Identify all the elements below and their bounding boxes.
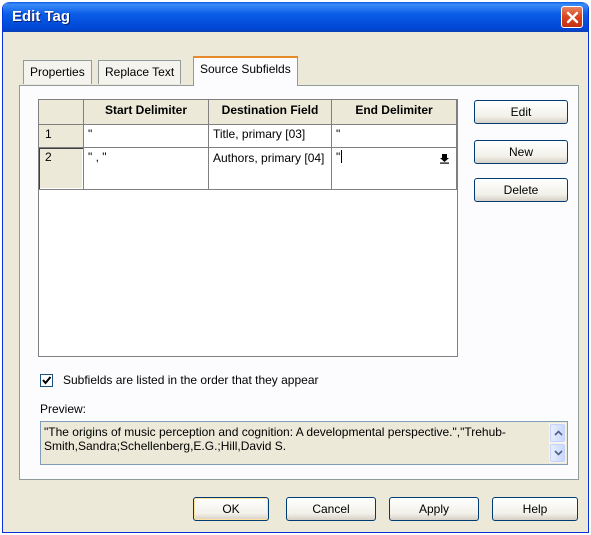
column-header-end-delimiter[interactable]: End Delimiter xyxy=(332,100,457,125)
dropdown-arrow-icon[interactable] xyxy=(439,153,450,164)
tab-replace-text[interactable]: Replace Text xyxy=(98,60,182,84)
tab-properties[interactable]: Properties xyxy=(23,60,92,84)
end-delimiter-value: " xyxy=(336,150,341,164)
ok-button[interactable]: OK xyxy=(193,497,269,521)
help-button[interactable]: Help xyxy=(492,497,578,521)
new-button[interactable]: New xyxy=(474,140,568,164)
chevron-down-icon xyxy=(554,450,563,456)
close-button[interactable] xyxy=(561,6,583,28)
grid-corner xyxy=(39,100,84,125)
row-number[interactable]: 1 xyxy=(39,125,84,148)
text-cursor xyxy=(341,150,343,163)
close-icon xyxy=(566,11,579,24)
preview-text: "The origins of music perception and cog… xyxy=(44,425,506,453)
subfields-grid[interactable]: Start Delimiter Destination Field End De… xyxy=(38,99,458,357)
order-checkbox[interactable] xyxy=(40,374,53,387)
row-destination-field-cell[interactable]: Authors, primary [04] xyxy=(209,148,332,190)
row-destination-field-cell[interactable]: Title, primary [03] xyxy=(209,125,332,148)
row-end-delimiter-cell[interactable]: " xyxy=(332,148,457,190)
row-start-delimiter-cell[interactable]: " , " xyxy=(84,148,209,190)
chevron-up-icon xyxy=(554,430,563,436)
preview-box[interactable]: "The origins of music perception and cog… xyxy=(40,421,568,465)
preview-scrollbar[interactable] xyxy=(549,423,566,463)
delete-button[interactable]: Delete xyxy=(474,178,568,202)
order-checkbox-label[interactable]: Subfields are listed in the order that t… xyxy=(63,373,319,387)
preview-label: Preview: xyxy=(40,402,87,416)
scroll-up-button[interactable] xyxy=(550,424,565,442)
tab-source-subfields[interactable]: Source Subfields xyxy=(193,56,298,86)
title-bar[interactable]: Edit Tag xyxy=(3,2,588,32)
row-number[interactable]: 2 xyxy=(39,148,84,190)
column-header-destination-field[interactable]: Destination Field xyxy=(209,100,332,125)
edit-button[interactable]: Edit xyxy=(474,100,568,124)
cancel-button[interactable]: Cancel xyxy=(286,497,376,521)
scroll-down-button[interactable] xyxy=(550,444,565,462)
apply-button[interactable]: Apply xyxy=(389,497,479,521)
window-title: Edit Tag xyxy=(12,8,71,25)
checkmark-icon xyxy=(42,376,52,385)
column-header-start-delimiter[interactable]: Start Delimiter xyxy=(84,100,209,125)
row-start-delimiter-cell[interactable]: " xyxy=(84,125,209,148)
row-end-delimiter-cell[interactable]: " xyxy=(332,125,457,148)
